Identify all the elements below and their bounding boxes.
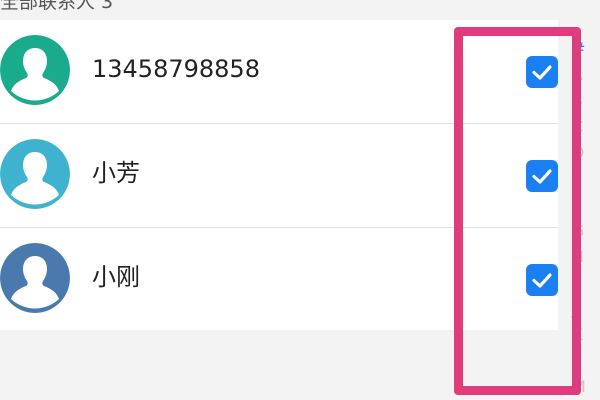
section-header: 全部联系人 3 <box>0 0 114 13</box>
contact-row[interactable]: 13458798858 <box>0 20 558 124</box>
alpha-index-letter[interactable]: C <box>572 114 600 140</box>
checkmark-icon <box>532 169 552 184</box>
person-icon <box>0 243 70 313</box>
contact-checkbox[interactable] <box>526 264 558 296</box>
checkmark-icon <box>532 273 552 288</box>
alpha-index-letter[interactable]: E <box>572 166 600 192</box>
alpha-index-letter[interactable]: D <box>572 140 600 166</box>
contact-list: 13458798858 小芳 小刚 <box>0 20 558 332</box>
alpha-index-letter[interactable]: H <box>572 244 600 270</box>
contact-checkbox[interactable] <box>526 56 558 88</box>
alphabet-index[interactable]: # A B C D E F G H I J K L M <box>572 36 600 400</box>
alpha-index-letter[interactable]: I <box>572 270 600 296</box>
alpha-index-letter[interactable]: J <box>572 296 600 322</box>
contact-checkbox[interactable] <box>526 160 558 192</box>
checkmark-icon <box>532 65 552 80</box>
contact-row[interactable]: 小刚 <box>0 228 558 332</box>
contact-row[interactable]: 小芳 <box>0 124 558 228</box>
alpha-index-letter[interactable]: # <box>572 36 600 62</box>
avatar <box>0 35 70 105</box>
alpha-index-letter[interactable]: K <box>572 322 600 348</box>
contact-name: 小刚 <box>92 263 140 291</box>
alpha-index-letter[interactable]: F <box>572 192 600 218</box>
empty-area <box>0 330 558 400</box>
avatar <box>0 243 70 313</box>
contact-name: 小芳 <box>92 159 140 187</box>
avatar <box>0 139 70 209</box>
alpha-index-letter[interactable]: G <box>572 218 600 244</box>
person-icon <box>0 35 70 105</box>
alpha-index-letter[interactable]: A <box>572 62 600 88</box>
person-icon <box>0 139 70 209</box>
alpha-index-letter[interactable]: L <box>572 348 600 374</box>
contacts-screen: 全部联系人 3 13458798858 小芳 小刚 # A B C D E F … <box>0 0 600 400</box>
alpha-index-letter[interactable]: M <box>572 374 600 400</box>
contact-name: 13458798858 <box>92 55 260 83</box>
alpha-index-letter[interactable]: B <box>572 88 600 114</box>
